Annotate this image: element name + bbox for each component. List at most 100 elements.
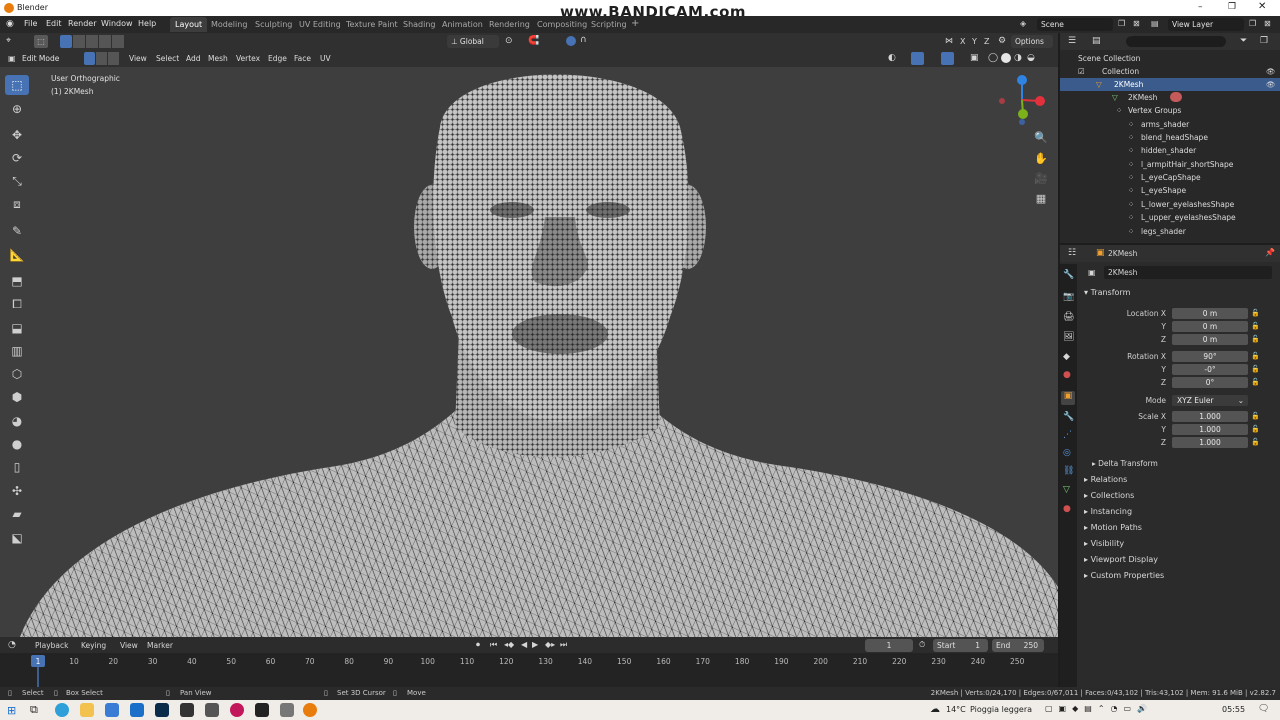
tool-transform-icon[interactable]: ⧈ [5, 194, 29, 214]
photoshop-icon[interactable] [155, 703, 169, 717]
axis-y-toggle[interactable]: Y [972, 37, 977, 46]
prev-key-icon[interactable]: ◂◆ [504, 640, 514, 649]
outliner-row-vertex-groups[interactable]: ⁘ Vertex Groups [1060, 104, 1280, 117]
tab-rendering[interactable]: Rendering [484, 17, 535, 32]
menu-add[interactable]: Add [186, 54, 201, 63]
notifications-icon[interactable]: 🗨 [1258, 704, 1269, 714]
tab-texture-paint[interactable]: Texture Paint [341, 17, 403, 32]
mail-icon[interactable] [130, 703, 144, 717]
tool-move-icon[interactable]: ✥ [5, 125, 29, 145]
jump-end-icon[interactable]: ⏭ [560, 640, 567, 650]
clock[interactable]: 05:55 [1222, 705, 1245, 714]
custom-properties-section[interactable]: ▸ Custom Properties [1084, 571, 1164, 580]
menu-vertex[interactable]: Vertex [236, 54, 260, 63]
axis-z-toggle[interactable]: Z [984, 37, 989, 46]
menu-window[interactable]: Window [101, 19, 133, 28]
terminal-icon[interactable] [255, 703, 269, 717]
menu-help[interactable]: Help [138, 19, 156, 28]
list-item[interactable]: ⁘ L_eyeCapShape [1060, 171, 1280, 184]
tool-rotate-icon[interactable]: ⟳ [5, 148, 29, 168]
scale-x-field[interactable]: 1.000 [1172, 411, 1248, 422]
rotation-y-field[interactable]: -0° [1172, 364, 1248, 375]
tool-loop-cut-icon[interactable]: ▥ [5, 341, 29, 361]
tab-animation[interactable]: Animation [437, 17, 488, 32]
outliner-row-2kmesh[interactable]: ▽ 2KMesh 👁 [1060, 78, 1280, 91]
list-item[interactable]: ⁘ legs_shader [1060, 225, 1280, 238]
add-workspace-icon[interactable]: + [631, 18, 639, 29]
rotation-z-field[interactable]: 0° [1172, 377, 1248, 388]
collections-section[interactable]: ▸ Collections [1084, 491, 1134, 500]
pivot-icon[interactable]: ⊙ [505, 36, 513, 46]
relations-section[interactable]: ▸ Relations [1084, 475, 1127, 484]
3d-viewport[interactable]: User Orthographic (1) 2KMesh 🔍 ✋ 🎥 ▦ [0, 67, 1058, 637]
rotation-mode-dropdown[interactable]: XYZ Euler ⌄ [1172, 395, 1248, 406]
menu-face[interactable]: Face [294, 54, 311, 63]
new-view-layer-icon[interactable]: ❐ [1249, 19, 1256, 28]
axis-gizmo[interactable] [996, 74, 1048, 132]
filter-icon[interactable]: ⏷ [1240, 36, 1247, 46]
display-mode-icon[interactable]: ▤ [1092, 36, 1101, 46]
vertex-select-icon[interactable] [84, 52, 95, 65]
delete-view-layer-icon[interactable]: ⊠ [1264, 19, 1271, 28]
jump-start-icon[interactable]: ⏮ [490, 640, 497, 650]
tool-scale-icon[interactable]: ⤡ [5, 171, 29, 191]
tool-extrude-icon[interactable]: ⬒ [5, 271, 29, 291]
snap-icon[interactable]: 🧲 [528, 36, 539, 46]
lock-icon[interactable]: 🔓 [1251, 412, 1260, 420]
overlay-icon[interactable] [941, 52, 954, 65]
location-y-field[interactable]: 0 m [1172, 321, 1248, 332]
record-icon[interactable]: ⏺ [476, 640, 480, 650]
new-scene-icon[interactable]: ❐ [1118, 19, 1125, 28]
timeline-ruler[interactable]: 1 10 20 30 40 50 60 70 80 90 100 110 120 130 140 150 160… [0, 653, 1058, 687]
start-frame-field[interactable]: Start 1 [933, 639, 988, 652]
menu-timeline-view[interactable]: View [120, 641, 138, 650]
scene-icon[interactable]: ◈ [1020, 19, 1026, 28]
axis-x-toggle[interactable]: X [960, 37, 965, 46]
location-z-field[interactable]: 0 m [1172, 334, 1248, 345]
menu-file[interactable]: File [24, 19, 37, 28]
gizmo-icon[interactable] [911, 52, 924, 65]
visibility-icon[interactable]: ◐ [888, 53, 896, 63]
edge-browser-icon[interactable] [55, 703, 69, 717]
tray-icons[interactable]: ▢▣◆▤⌃◔▭🔊 [1045, 704, 1153, 713]
tab-constraints-icon[interactable]: ⛓ [1063, 466, 1074, 476]
select-mode-intersect-icon[interactable] [112, 35, 124, 48]
properties-editor-icon[interactable]: ☷ [1068, 248, 1076, 258]
menu-edge[interactable]: Edge [268, 54, 287, 63]
face-select-icon[interactable] [108, 52, 119, 65]
tab-physics-icon[interactable]: ◎ [1063, 448, 1071, 458]
tab-scripting[interactable]: Scripting [586, 17, 632, 32]
tab-modifiers-icon[interactable]: 🔧 [1063, 412, 1074, 422]
list-item[interactable]: ⁘ L_lower_eyelashesShape [1060, 198, 1280, 211]
list-item[interactable]: ⁘ L_upper_eyelashesShape [1060, 211, 1280, 224]
tool-knife-icon[interactable]: ⬡ [5, 364, 29, 384]
list-item[interactable]: ⁘ l_armpitHair_shortShape [1060, 158, 1280, 171]
tab-modeling[interactable]: Modeling [206, 17, 252, 32]
shading-wireframe-icon[interactable]: ◯ [988, 53, 998, 63]
file-explorer-icon[interactable] [80, 703, 94, 717]
lock-icon[interactable]: 🔓 [1251, 309, 1260, 317]
xray-icon[interactable]: ▣ [970, 53, 979, 63]
lock-icon[interactable]: 🔓 [1251, 335, 1260, 343]
current-frame-field[interactable]: 1 [865, 639, 913, 652]
edge-select-icon[interactable] [96, 52, 107, 65]
store-icon[interactable] [105, 703, 119, 717]
select-tool-icon[interactable]: ⬚ [34, 35, 48, 48]
falloff-icon[interactable]: ∩ [580, 35, 587, 45]
timeline-editor-icon[interactable]: ◔ [8, 640, 16, 650]
checkbox-icon[interactable]: ☑ [1078, 65, 1085, 78]
zoom-icon[interactable]: 🔍 [1033, 130, 1049, 146]
rotation-x-field[interactable]: 90° [1172, 351, 1248, 362]
tool-shrink-icon[interactable]: ✣ [5, 481, 29, 501]
tab-layout[interactable]: Layout [170, 17, 208, 32]
menu-uv[interactable]: UV [320, 54, 331, 63]
tool-inset-icon[interactable]: ⧠ [5, 294, 29, 314]
eye-icon[interactable]: 👁 [1266, 78, 1276, 91]
lock-icon[interactable]: 🔓 [1251, 322, 1260, 330]
tab-world-icon[interactable]: ● [1063, 370, 1071, 380]
list-item[interactable]: ⁘ arms_shader [1060, 118, 1280, 131]
menu-keying[interactable]: Keying [81, 641, 106, 650]
delta-transform-section[interactable]: ▸ Delta Transform [1092, 459, 1158, 468]
menu-mesh[interactable]: Mesh [208, 54, 228, 63]
minimize-icon[interactable]: – [1198, 2, 1203, 12]
